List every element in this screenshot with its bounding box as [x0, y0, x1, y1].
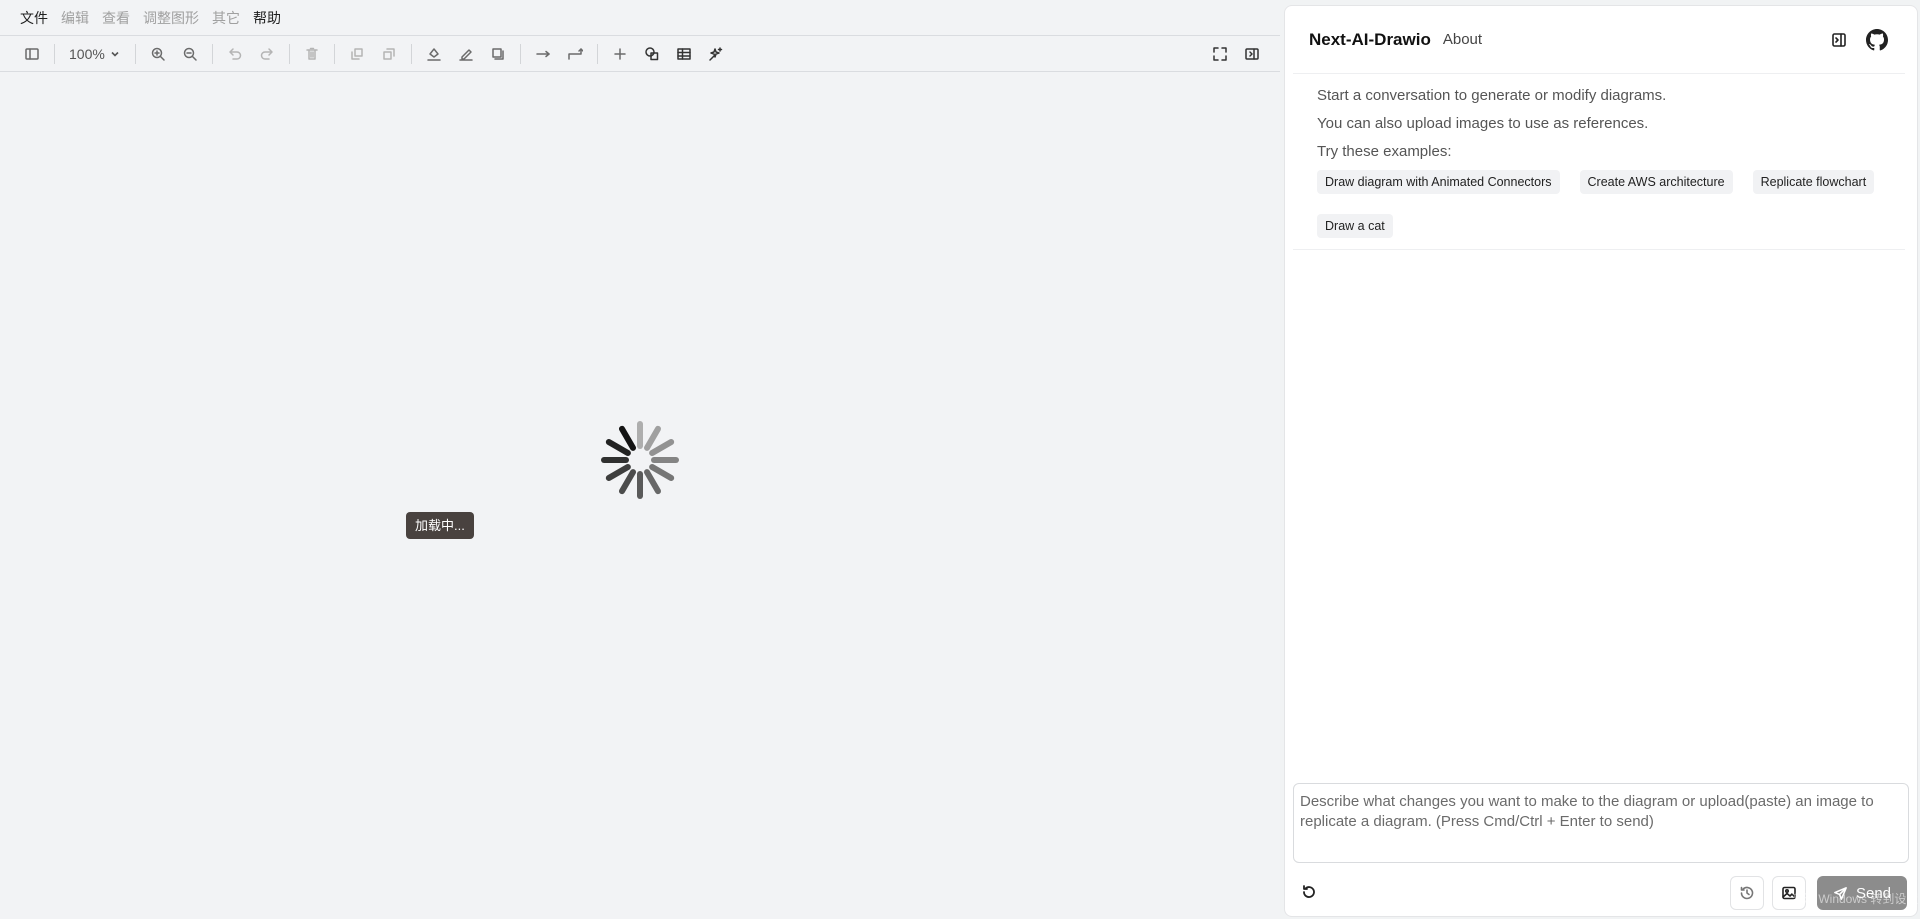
menu-help[interactable]: 帮助 — [253, 8, 281, 28]
magic-button[interactable] — [700, 38, 732, 70]
redo-button[interactable] — [251, 38, 283, 70]
prompt-input[interactable]: Describe what changes you want to make t… — [1293, 783, 1909, 863]
plus-icon — [614, 47, 626, 60]
spinner-spoke — [605, 439, 631, 456]
spinner-spoke — [605, 464, 631, 481]
chat-header: Next-AI-Drawio About — [1293, 6, 1905, 74]
examples-label: Try these examples: — [1317, 143, 1452, 160]
paint-bucket-icon — [427, 47, 441, 61]
sidebar-icon — [25, 47, 39, 60]
send-label: Send — [1855, 884, 1892, 902]
toolbar-divider — [333, 43, 335, 64]
upload-image-button[interactable] — [1772, 876, 1806, 910]
example-aws-architecture-button[interactable]: Create AWS architecture — [1579, 170, 1733, 194]
sidebar-toggle-button[interactable] — [16, 38, 48, 70]
connection-button[interactable] — [527, 38, 559, 70]
undo-icon — [229, 47, 242, 60]
format-panel-toggle-button[interactable] — [1236, 38, 1268, 70]
example-list: Draw diagram with Animated Connectors Cr… — [1317, 170, 1881, 238]
toolbar: 100% — [0, 36, 1280, 72]
header-actions — [1827, 28, 1889, 52]
panel-collapse-icon — [1832, 32, 1846, 47]
table-icon — [677, 47, 691, 60]
loading-spinner-icon — [601, 421, 679, 499]
undo-button[interactable] — [219, 38, 251, 70]
fullscreen-icon — [1213, 47, 1227, 61]
toolbar-divider — [134, 43, 136, 64]
zoom-value: 100% — [69, 45, 105, 62]
github-link[interactable] — [1865, 28, 1889, 52]
toolbar-divider — [54, 43, 55, 64]
line-color-button[interactable] — [450, 38, 482, 70]
zoom-out-button[interactable] — [174, 38, 206, 70]
send-button[interactable]: Send — [1817, 876, 1907, 910]
app-title: Next-AI-Drawio — [1309, 29, 1431, 49]
to-front-icon — [351, 47, 363, 60]
chevron-down-icon — [111, 51, 119, 57]
spinner-spoke — [619, 425, 636, 451]
menu-file[interactable]: 文件 — [20, 8, 48, 28]
zoom-dropdown[interactable]: 100% — [61, 38, 129, 70]
chat-footer: Send 激活 Windows 转到设置 — [1293, 872, 1918, 912]
zoom-in-button[interactable] — [142, 38, 174, 70]
table-button[interactable] — [668, 38, 700, 70]
toolbar-divider — [410, 43, 412, 64]
intro-line-1: Start a conversation to generate or modi… — [1317, 87, 1667, 104]
rotate-ccw-icon — [1303, 885, 1315, 898]
pencil-icon — [459, 48, 473, 61]
shapes-button[interactable] — [636, 38, 668, 70]
chat-intro: Start a conversation to generate or modi… — [1293, 74, 1905, 250]
insert-button[interactable] — [604, 38, 636, 70]
example-draw-cat-button[interactable]: Draw a cat — [1317, 214, 1393, 238]
arrow-right-icon — [536, 50, 550, 57]
spinner-spoke — [649, 464, 675, 481]
menubar: 文件 编辑 查看 调整图形 其它 帮助 — [0, 0, 1280, 36]
menu-view[interactable]: 查看 — [102, 8, 130, 28]
zoom-in-icon — [151, 47, 165, 61]
loading-tooltip: 加载中... — [406, 512, 474, 539]
example-replicate-flowchart-button[interactable]: Replicate flowchart — [1752, 170, 1875, 194]
drawio-editor: 文件 编辑 查看 调整图形 其它 帮助 100% 加载中... — [0, 0, 1280, 919]
shadow-button[interactable] — [482, 38, 514, 70]
to-back-icon — [383, 47, 395, 60]
to-front-button[interactable] — [341, 38, 373, 70]
toolbar-divider — [596, 43, 598, 64]
fullscreen-button[interactable] — [1204, 38, 1236, 70]
redo-icon — [260, 47, 273, 60]
zoom-out-icon — [183, 47, 197, 61]
menu-arrange[interactable]: 调整图形 — [143, 8, 199, 28]
example-animated-connectors-button[interactable]: Draw diagram with Animated Connectors — [1317, 170, 1560, 194]
delete-button[interactable] — [296, 38, 328, 70]
trash-icon — [306, 47, 318, 60]
toolbar-divider — [288, 43, 290, 64]
shadow-icon — [492, 47, 504, 60]
chat-panel: Next-AI-Drawio About Start a conversatio… — [1284, 5, 1918, 917]
to-back-button[interactable] — [373, 38, 405, 70]
about-link[interactable]: About — [1443, 31, 1482, 48]
spinner-spoke — [644, 425, 661, 451]
history-icon — [1740, 886, 1754, 900]
spinner-spoke — [619, 469, 636, 495]
history-button[interactable] — [1730, 876, 1764, 910]
toolbar-divider — [519, 43, 521, 64]
collapse-panel-button[interactable] — [1827, 28, 1851, 52]
spinner-spoke — [649, 439, 675, 456]
toolbar-divider — [211, 43, 213, 64]
intro-line-2: You can also upload images to use as ref… — [1317, 115, 1649, 132]
waypoints-button[interactable] — [559, 38, 591, 70]
sparkles-icon — [709, 46, 723, 61]
spinner-spoke — [644, 469, 661, 495]
menu-extras[interactable]: 其它 — [212, 8, 240, 28]
github-icon — [1866, 28, 1888, 50]
shapes-icon — [645, 46, 659, 60]
panel-right-icon — [1245, 48, 1259, 60]
waypoints-icon — [568, 47, 583, 60]
reset-chat-button[interactable] — [1297, 880, 1321, 904]
fill-color-button[interactable] — [418, 38, 450, 70]
menu-edit[interactable]: 编辑 — [61, 8, 89, 28]
toolbar-right — [1204, 38, 1268, 70]
image-icon — [1782, 886, 1796, 900]
send-icon — [1834, 886, 1847, 900]
